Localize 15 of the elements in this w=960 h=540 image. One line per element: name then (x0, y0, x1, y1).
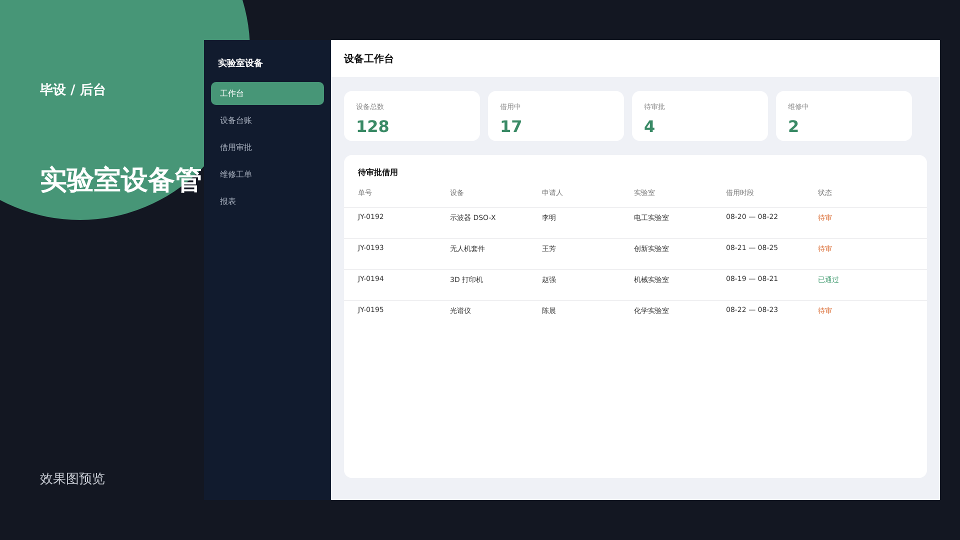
stat-value: 128 (356, 117, 390, 136)
page-header: 设备工作台 (331, 40, 940, 77)
sidebar-item[interactable]: 设备台账 (211, 109, 324, 132)
preview-caption: 效果图预览 (40, 471, 106, 488)
stat-value: 2 (788, 117, 800, 136)
sidebar-item[interactable]: 维修工单 (211, 163, 324, 186)
table-title: 待审批借用 (357, 167, 399, 178)
sidebar-item[interactable]: 报表 (211, 190, 324, 213)
subtitle: 毕设 / 后台 (40, 82, 107, 99)
sidebar-item[interactable]: 借用审批 (211, 136, 324, 159)
cover-title: 实验室设备管 (40, 164, 203, 198)
stat-value: 4 (644, 117, 656, 136)
stat-value: 17 (500, 117, 524, 136)
sidebar-item[interactable]: 工作台 (211, 82, 324, 105)
sidebar-title: 实验室设备 (217, 57, 264, 71)
